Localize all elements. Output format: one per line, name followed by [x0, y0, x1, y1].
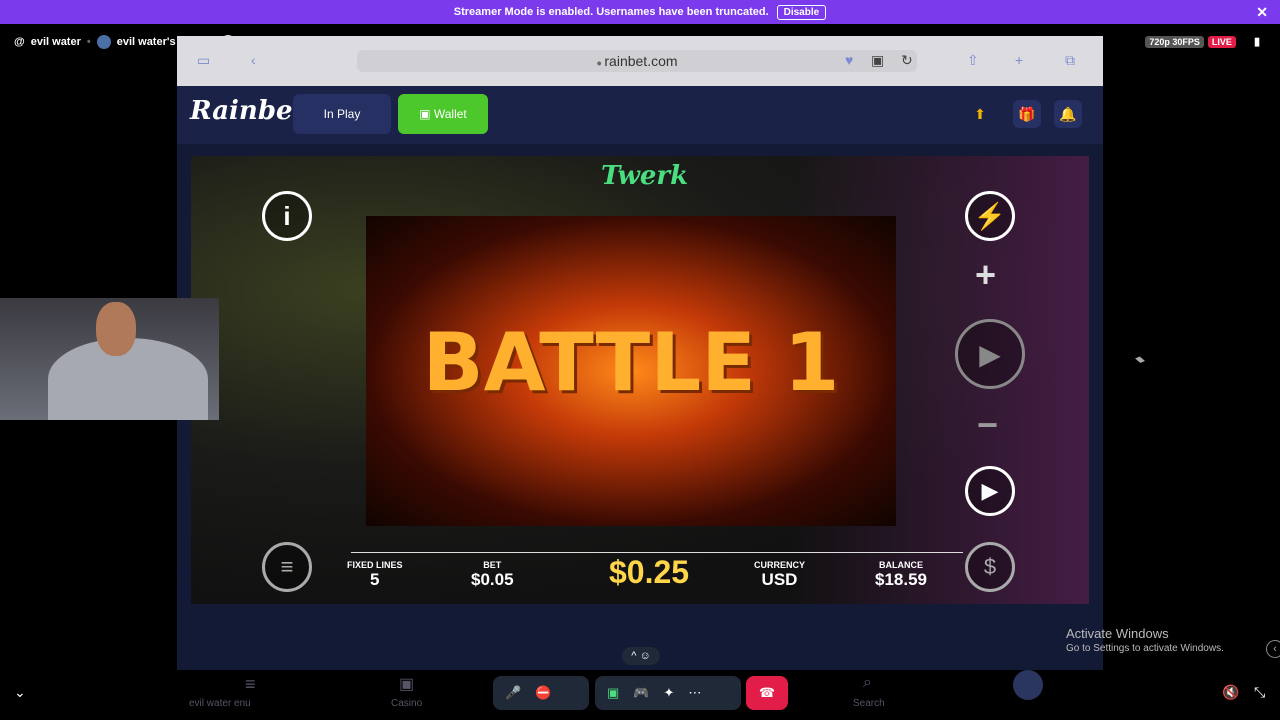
url-bar[interactable]: ● rainbet.com	[357, 50, 917, 72]
wallet-icon: ▣	[419, 107, 434, 121]
tabs-icon[interactable]: ⧉	[1065, 52, 1075, 69]
balance: BALANCE $18.59	[875, 560, 927, 590]
new-tab-icon[interactable]: +	[1015, 52, 1023, 68]
share-icon[interactable]: ⇧	[967, 52, 979, 69]
share-controls: ▣ 🎮 ✦ ⋯	[595, 676, 741, 710]
balance-label: BALANCE	[879, 560, 923, 570]
disable-button[interactable]: Disable	[776, 4, 827, 20]
avatar	[96, 35, 111, 49]
bookmark-icon[interactable]: ▮	[1254, 35, 1260, 48]
windows-watermark: Activate Windows Go to Settings to activ…	[1066, 626, 1224, 654]
reload-icon[interactable]: ↻	[901, 52, 913, 69]
exit-fullscreen-icon[interactable]: ⤡	[1254, 684, 1265, 701]
windows-title: Activate Windows	[1066, 626, 1169, 641]
bell-icon[interactable]: 🔔	[1054, 100, 1082, 128]
activity-icon[interactable]: 🎮	[633, 685, 649, 701]
browser-toolbar: ▭ ‹ AA ● rainbet.com ♥ ▣ ↻ ⇧ + ⧉	[177, 36, 1103, 86]
participants-toggle[interactable]: ^ ☺	[622, 647, 660, 665]
minus-icon[interactable]: −	[977, 404, 998, 446]
bet: BET $0.05	[471, 560, 514, 590]
slot-game: Twerk BATTLE 1 i ⚡ + ▶ − ▶ ≡ $ FIXED LIN…	[191, 156, 1089, 604]
at-icon: @	[14, 36, 25, 48]
casino-nav-icon[interactable]: ▣	[399, 674, 414, 694]
wallet-label: Wallet	[433, 107, 467, 121]
screen-share-icon[interactable]: ▣	[607, 685, 619, 701]
stream-user: evil water	[30, 36, 81, 48]
stats-divider	[351, 552, 963, 553]
site-header: Rainbet In Play ▣ Wallet ⬆ 🎁 🔔	[177, 86, 1103, 144]
fixed-lines: FIXED LINES 5	[347, 560, 403, 590]
shield-icon[interactable]: ♥	[845, 52, 853, 68]
streamer-mode-banner: Streamer Mode is enabled. Usernames have…	[0, 0, 1280, 24]
bet-label: BET	[483, 560, 502, 570]
currency: CURRENCY USD	[754, 560, 805, 590]
gift-icon[interactable]: 🎁	[1013, 100, 1041, 128]
end-call-icon: ☎	[758, 685, 776, 700]
back-icon[interactable]: ‹	[251, 52, 256, 68]
total-bet: $0.25	[609, 554, 690, 590]
camera-off-icon[interactable]: ⛔	[535, 685, 551, 701]
info-icon[interactable]: i	[262, 191, 312, 241]
coin-icon[interactable]: $	[965, 542, 1015, 592]
quality-badge: 720p 30FPS	[1145, 35, 1204, 48]
mute-icon[interactable]: 🔇	[1222, 684, 1239, 701]
balance-value: $18.59	[875, 570, 927, 589]
battle-banner: BATTLE 1	[422, 316, 840, 409]
menu-nav-label: evil water enu	[189, 698, 251, 709]
game-title: Twerk	[601, 161, 689, 191]
cursor-icon: ▰	[1132, 350, 1149, 368]
windows-subtitle: Go to Settings to activate Windows.	[1066, 643, 1224, 654]
profile-icon[interactable]	[1013, 670, 1043, 700]
spin-icon[interactable]: ▶	[965, 466, 1015, 516]
close-icon[interactable]: ✕	[1256, 4, 1268, 21]
bet-value: $0.05	[471, 570, 514, 589]
mic-icon[interactable]: 🎤	[505, 685, 521, 701]
search-icon[interactable]: ⌕	[863, 674, 872, 692]
autoplay-icon[interactable]: ▶	[955, 319, 1025, 389]
in-play-button[interactable]: In Play	[293, 94, 391, 134]
search-nav-label: Search	[853, 698, 885, 709]
live-badge: LIVE	[1207, 35, 1236, 48]
streamer-face	[96, 302, 136, 356]
url-text: rainbet.com	[604, 53, 678, 69]
game-screen: BATTLE 1	[366, 216, 896, 526]
soundboard-icon[interactable]: ✦	[663, 685, 674, 701]
fixed-lines-label: FIXED LINES	[347, 560, 403, 570]
end-call-button[interactable]: ☎	[746, 676, 788, 710]
mic-controls: 🎤 ⛔	[493, 676, 589, 710]
rainbet-site: Rainbet In Play ▣ Wallet ⬆ 🎁 🔔 Twerk BAT…	[177, 86, 1103, 709]
rewards-icon[interactable]: ⬆	[966, 100, 994, 128]
plus-icon[interactable]: +	[975, 254, 996, 296]
banner-text: Streamer Mode is enabled. Usernames have…	[453, 6, 769, 18]
casino-nav-label: Casino	[391, 698, 423, 709]
wallet-button[interactable]: ▣ Wallet	[398, 94, 488, 134]
chevron-down-icon[interactable]: ⌄	[14, 684, 26, 701]
chevron-left-icon[interactable]: ‹	[1266, 640, 1280, 658]
rainbet-logo[interactable]: Rainbet	[190, 96, 305, 126]
fixed-lines-value: 5	[370, 570, 380, 589]
currency-value: USD	[761, 570, 798, 589]
currency-label: CURRENCY	[754, 560, 806, 570]
extension-icon[interactable]: ▣	[871, 52, 884, 69]
menu-icon[interactable]: ≡	[262, 542, 312, 592]
turbo-icon[interactable]: ⚡	[965, 191, 1015, 241]
more-icon[interactable]: ⋯	[688, 685, 701, 701]
sidebar-icon[interactable]: ▭	[197, 52, 210, 69]
menu-nav-icon[interactable]: ≡	[245, 674, 256, 695]
webcam-overlay	[0, 298, 219, 420]
